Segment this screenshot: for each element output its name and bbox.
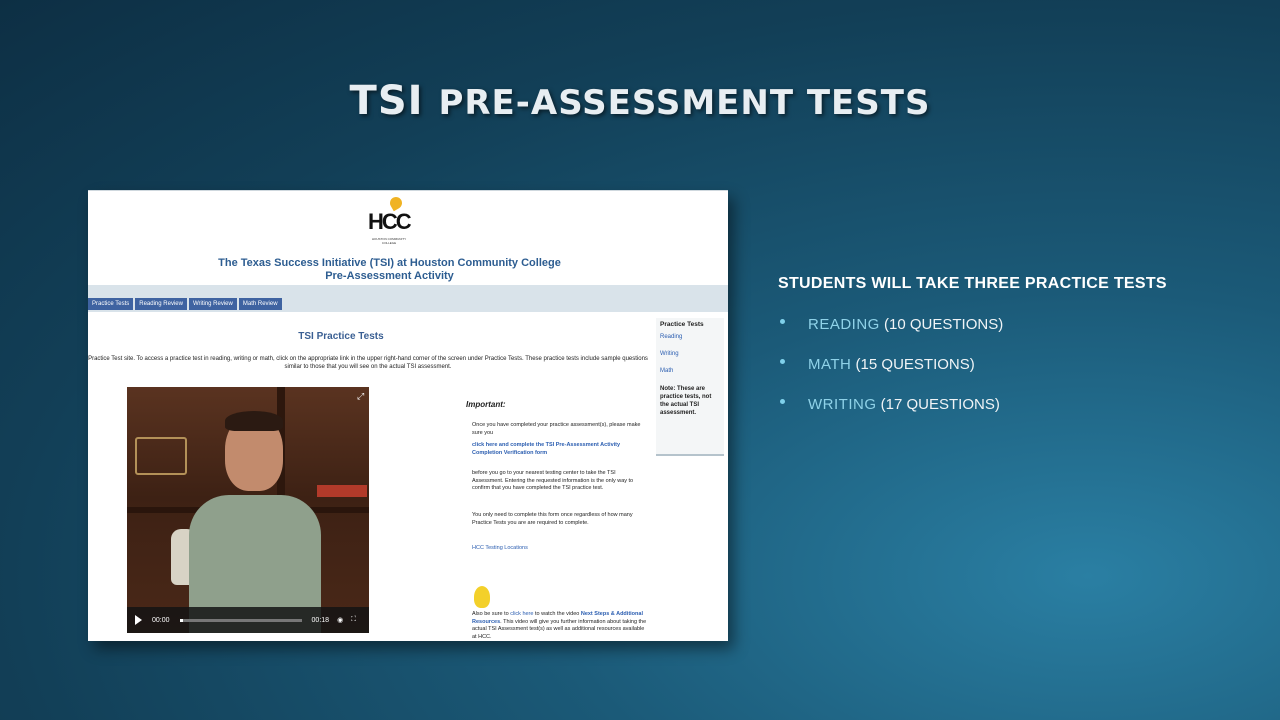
practice-tests-sidebar: Practice Tests Reading Writing Math Note…: [656, 318, 724, 456]
hcc-logo: HCC HOUSTON COMMUNITY COLLEGE: [368, 194, 412, 245]
fullscreen-icon[interactable]: ⛶: [351, 616, 356, 624]
slide-title: TSI PRE-ASSESSMENT TESTS: [0, 78, 1280, 124]
important-text-1: Once you have completed your practice as…: [472, 422, 641, 436]
site-title: The Texas Success Initiative (TSI) at Ho…: [88, 257, 691, 283]
important-heading: Important:: [466, 400, 506, 409]
sidebar-note: Note: These are practice tests, not the …: [660, 386, 712, 416]
bullet-dot-icon: [780, 319, 785, 324]
content-title: TSI Practice Tests: [298, 331, 384, 342]
expand-icon[interactable]: ⤢: [357, 391, 364, 402]
play-icon[interactable]: [135, 615, 142, 625]
tab-math-review[interactable]: Math Review: [238, 298, 282, 310]
site-title-line1: The Texas Success Initiative (TSI) at Ho…: [218, 257, 561, 269]
presenter-hair: [225, 411, 283, 431]
tab-writing-review[interactable]: Writing Review: [188, 298, 237, 310]
sidebar-item-reading[interactable]: Reading: [660, 334, 720, 340]
also-text: Also be sure to click here to watch the …: [472, 611, 648, 641]
slide-title-main: TSI: [349, 78, 424, 124]
website-screenshot: HCC HOUSTON COMMUNITY COLLEGE The Texas …: [88, 190, 728, 641]
site-header: HCC HOUSTON COMMUNITY COLLEGE The Texas …: [88, 190, 728, 286]
lightbulb-icon: [474, 586, 490, 608]
bullet-list: READING (10 QUESTIONS) MATH (15 QUESTION…: [780, 316, 1003, 436]
video-current-time: 00:00: [152, 616, 170, 624]
book-decoration: [317, 485, 367, 497]
video-controls: 00:00 00:18 ◉ ⛶: [127, 607, 369, 633]
video-progress-fill: [179, 618, 183, 622]
nav-tabs: Practice Tests Reading Review Writing Re…: [88, 298, 284, 310]
bullet-key: READING: [808, 316, 880, 333]
sidebar-item-math[interactable]: Math: [660, 368, 720, 374]
testing-locations-link[interactable]: HCC Testing Locations: [472, 545, 642, 553]
important-text-2: before you go to your nearest testing ce…: [472, 470, 634, 491]
important-text-3: You only need to complete this form once…: [472, 512, 633, 526]
logo-text: HCC: [368, 209, 412, 234]
sidebar-heading: Practice Tests: [660, 321, 704, 328]
bullet-rest: (15 QUESTIONS): [851, 356, 975, 373]
lamp-decoration: [135, 437, 187, 475]
bullet-item-writing: WRITING (17 QUESTIONS): [780, 396, 1003, 436]
site-title-line2: Pre-Assessment Activity: [325, 270, 454, 282]
video-progress-bar[interactable]: [179, 618, 302, 622]
bullet-rest: (17 QUESTIONS): [876, 396, 1000, 413]
bullet-key: WRITING: [808, 396, 877, 413]
bullet-dot-icon: [780, 399, 785, 404]
bullets-heading: STUDENTS WILL TAKE THREE PRACTICE TESTS: [778, 275, 1167, 292]
video-duration: 00:18: [311, 616, 330, 624]
intro-text: Practice Test site. To access a practice…: [88, 356, 648, 370]
bullet-item-math: MATH (15 QUESTIONS): [780, 356, 1003, 396]
bullet-key: MATH: [808, 356, 852, 373]
also-text-2: to watch the video: [533, 611, 581, 617]
bullet-item-reading: READING (10 QUESTIONS): [780, 316, 1003, 356]
verification-form-link[interactable]: click here and complete the TSI Pre-Asse…: [472, 442, 642, 457]
slide-title-rest: PRE-ASSESSMENT TESTS: [438, 83, 931, 123]
volume-icon[interactable]: ◉: [337, 616, 343, 624]
tab-reading-review[interactable]: Reading Review: [135, 298, 187, 310]
logo-subtext: HOUSTON COMMUNITY COLLEGE: [371, 237, 407, 245]
tab-practice-tests[interactable]: Practice Tests: [88, 298, 134, 310]
click-here-link[interactable]: click here: [510, 611, 533, 617]
video-player[interactable]: ⤢ 00:00 00:18 ◉ ⛶: [127, 387, 369, 633]
bullet-rest: (10 QUESTIONS): [879, 316, 1004, 333]
bullet-dot-icon: [780, 359, 785, 364]
also-text-1: Also be sure to: [472, 611, 511, 617]
sidebar-item-writing[interactable]: Writing: [660, 351, 720, 357]
